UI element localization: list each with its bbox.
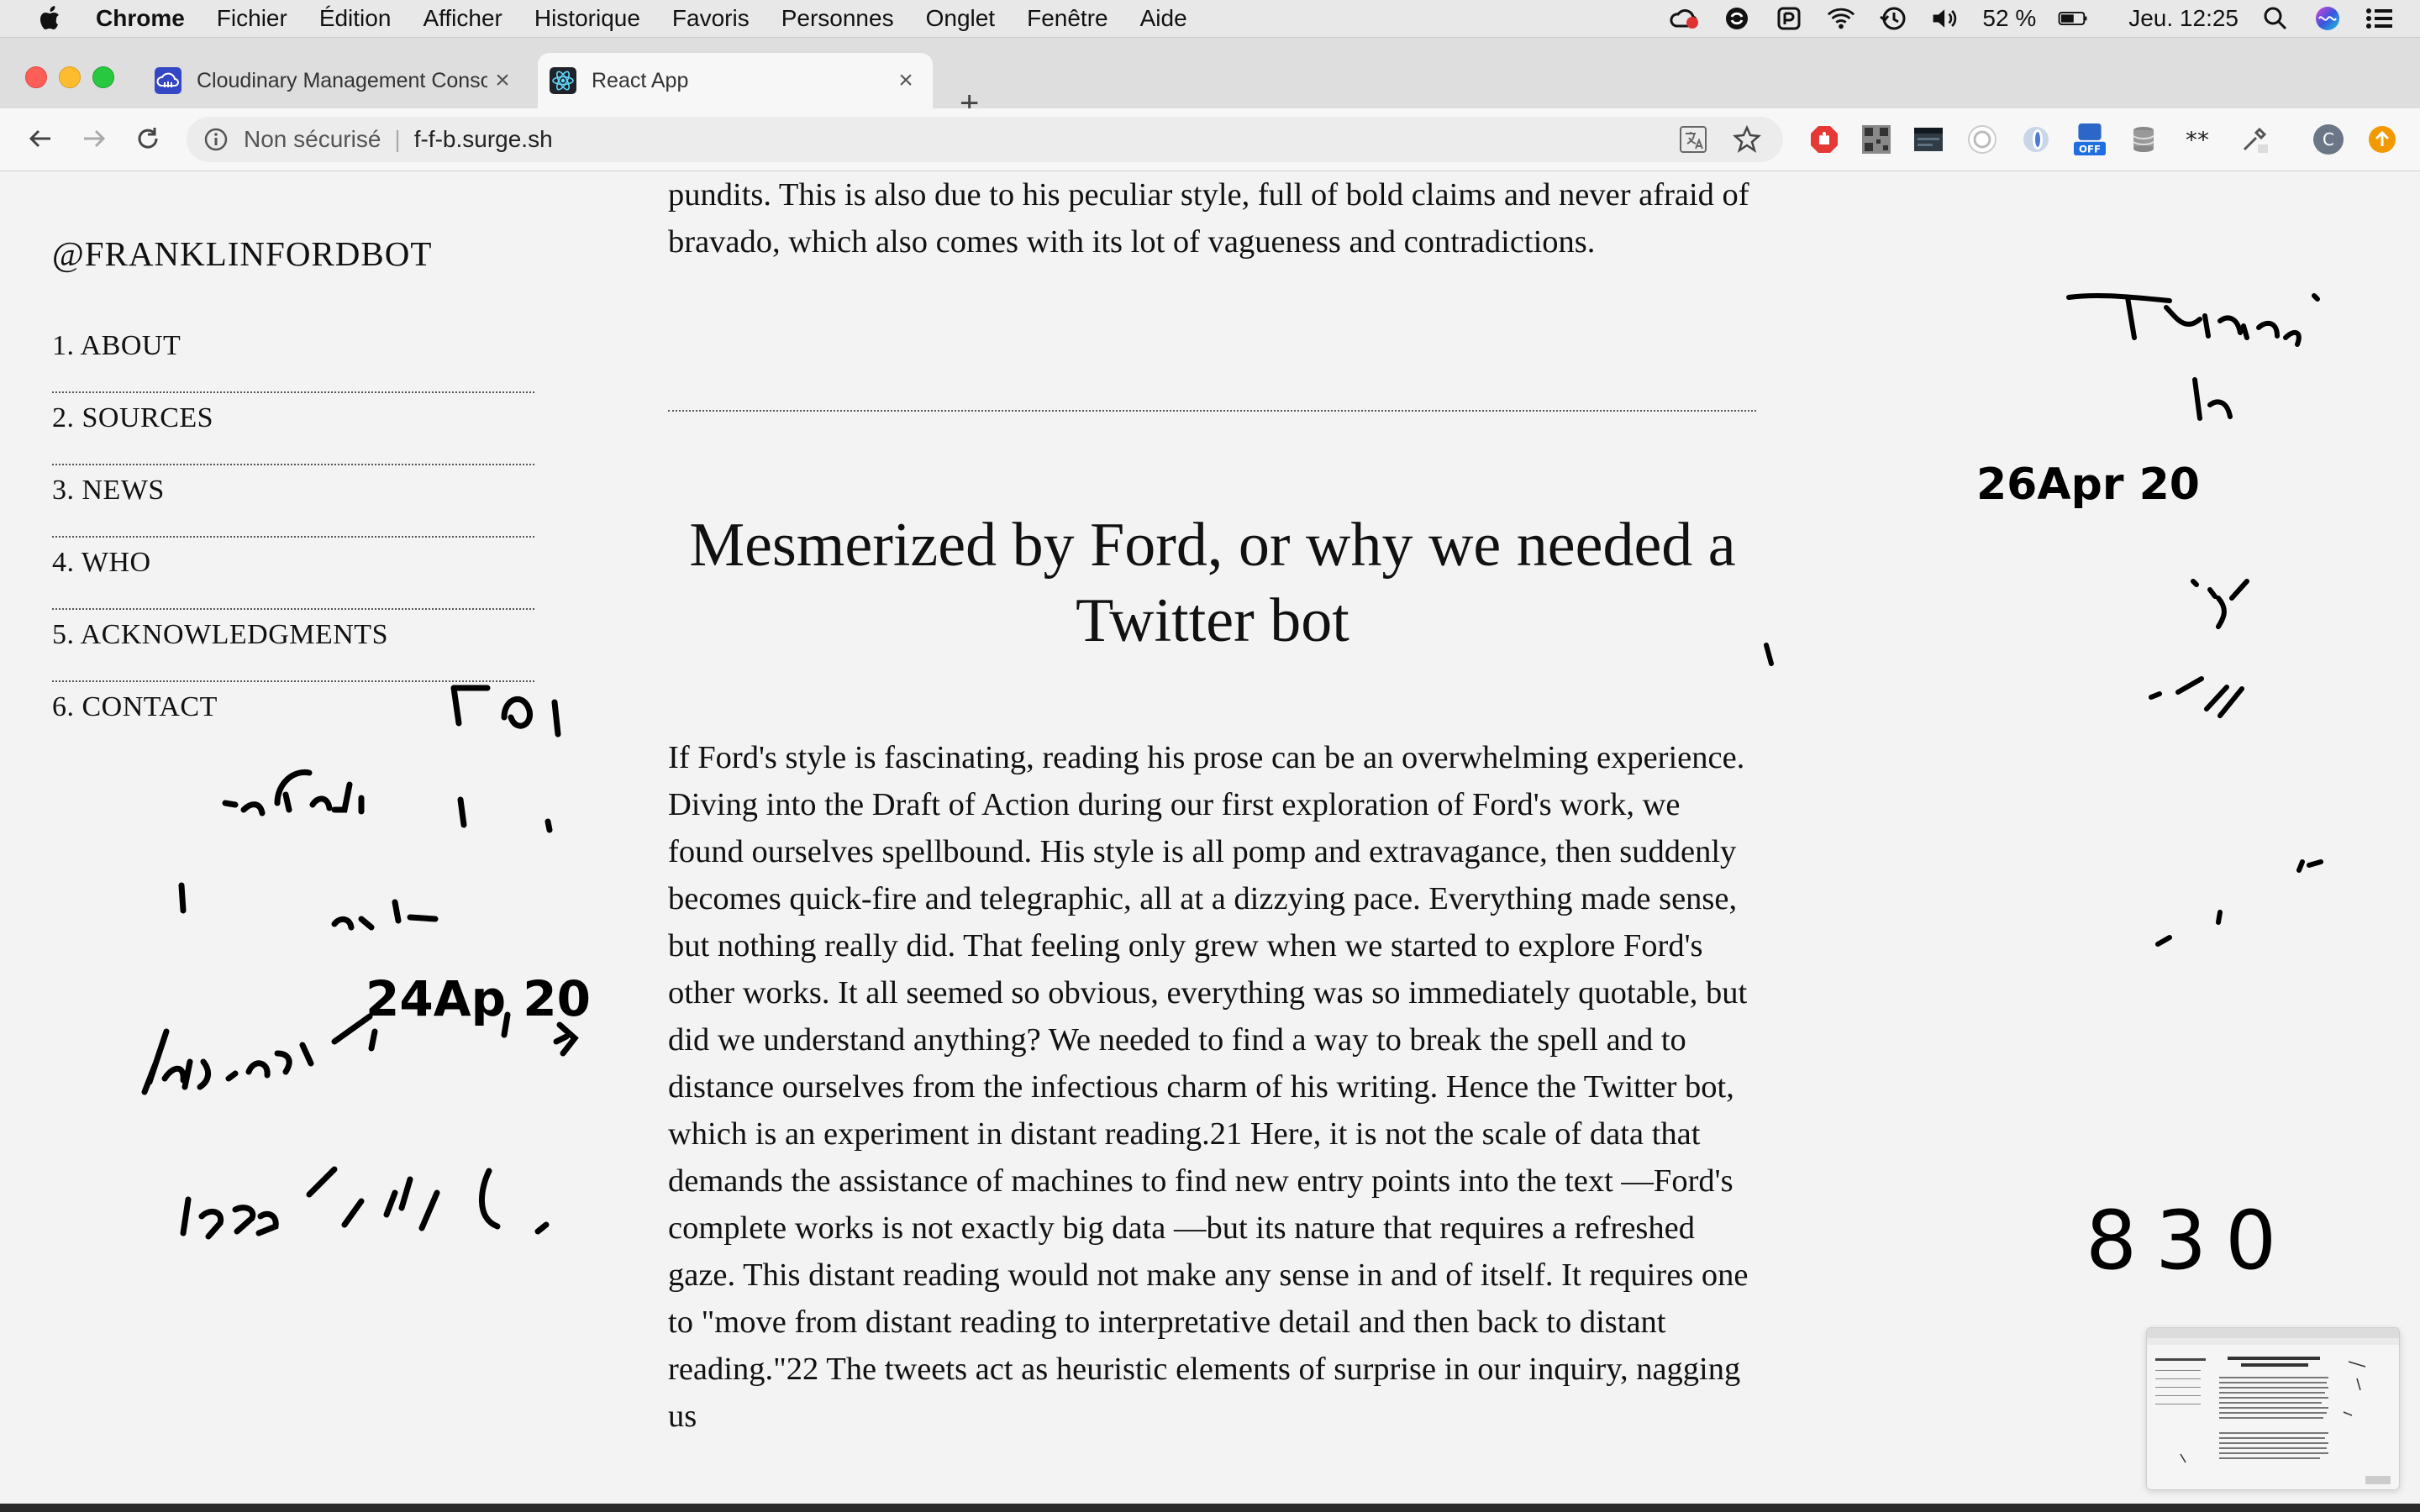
dock-edge xyxy=(0,1504,2420,1512)
back-arrow-icon xyxy=(29,129,50,148)
close-tab-icon[interactable]: × xyxy=(487,66,518,95)
forward-arrow-icon xyxy=(84,129,106,148)
tab-react-app[interactable]: React App × xyxy=(538,53,933,108)
reload-button[interactable] xyxy=(131,122,165,155)
macos-menu-bar: Chrome Fichier Édition Afficher Historiq… xyxy=(0,0,2420,38)
tab-title: React App xyxy=(592,68,689,92)
profile-initial: C xyxy=(2323,129,2334,150)
menu-edition[interactable]: Édition xyxy=(319,5,392,32)
menu-historique[interactable]: Historique xyxy=(534,5,640,32)
forward-button[interactable] xyxy=(77,122,111,155)
wifi-icon[interactable] xyxy=(1826,5,1856,32)
qr-code-extension-icon[interactable] xyxy=(1860,123,1892,155)
tab-cloudinary[interactable]: Cloudinary Management Conso × xyxy=(143,53,529,108)
password-extension-icon[interactable]: ** xyxy=(2181,123,2213,155)
update-available-icon[interactable] xyxy=(2366,123,2398,155)
toggle-off-extension-icon[interactable]: OFF xyxy=(2074,120,2106,159)
close-tab-icon[interactable]: × xyxy=(891,66,921,95)
back-button[interactable] xyxy=(24,122,57,155)
creative-cloud-icon[interactable] xyxy=(1670,5,1700,32)
zoom-window-button[interactable] xyxy=(92,66,114,88)
database-extension-icon[interactable] xyxy=(2128,123,2160,155)
volume-icon[interactable] xyxy=(1930,5,1960,32)
menu-onglet[interactable]: Onglet xyxy=(926,5,996,32)
minimize-window-button[interactable] xyxy=(59,66,81,88)
security-status[interactable]: Non sécurisé xyxy=(244,126,381,153)
sync-icon[interactable] xyxy=(1722,5,1752,32)
menu-afficher[interactable]: Afficher xyxy=(423,5,502,32)
menubar-clock[interactable]: Jeu. 12:25 xyxy=(2128,5,2238,32)
adblock-extension-icon[interactable] xyxy=(1808,123,1840,155)
menu-fichier[interactable]: Fichier xyxy=(217,5,287,32)
pocket-icon[interactable] xyxy=(1774,5,1804,32)
menu-fenetre[interactable]: Fenêtre xyxy=(1027,5,1108,32)
page-viewport: @FRANKLINFORDBOT 1. ABOUT 2. SOURCES 3. … xyxy=(0,171,2420,1512)
menu-chrome[interactable]: Chrome xyxy=(96,5,185,32)
browser-tab-strip: Cloudinary Management Conso × React App … xyxy=(0,38,2420,120)
left-date-scribble: 24Ap 20 xyxy=(366,970,591,1027)
battery-percentage: 52 % xyxy=(1982,5,2037,31)
cloudinary-favicon-icon xyxy=(155,67,182,94)
svg-text:**: ** xyxy=(2186,131,2209,148)
translate-icon[interactable] xyxy=(1679,125,1707,154)
react-favicon-icon xyxy=(550,67,576,94)
close-window-button[interactable] xyxy=(25,66,47,88)
extension-badge: OFF xyxy=(2079,143,2101,155)
url-separator: | xyxy=(394,126,401,152)
menu-aide[interactable]: Aide xyxy=(1140,5,1187,32)
browser-toolbar: Non sécurisé | f-f-b.surge.sh OFF ** C xyxy=(0,108,2420,171)
time-machine-icon[interactable] xyxy=(1878,5,1908,32)
page-thumbnail-preview[interactable] xyxy=(2146,1327,2400,1490)
tab-title: Cloudinary Management Conso xyxy=(197,68,487,92)
right-date-scribble: 26Apr 20 xyxy=(1976,459,2200,510)
battery-icon[interactable] xyxy=(2058,5,2088,32)
apple-icon[interactable] xyxy=(34,2,67,35)
right-number-scribble: 830 xyxy=(2086,1194,2295,1288)
menu-personnes[interactable]: Personnes xyxy=(781,5,894,32)
opera-style-extension-icon[interactable] xyxy=(2020,123,2052,155)
menu-favoris[interactable]: Favoris xyxy=(672,5,750,32)
notification-center-icon[interactable] xyxy=(2365,5,2395,32)
reload-icon xyxy=(138,128,158,149)
bookmark-star-icon[interactable] xyxy=(1733,125,1761,154)
url-text[interactable]: f-f-b.surge.sh xyxy=(414,126,553,153)
spotlight-search-icon[interactable] xyxy=(2260,5,2291,32)
dark-reader-extension-icon[interactable] xyxy=(1912,123,1944,155)
handwriting-scribbles: 24Ap 20 26Apr 20 830 xyxy=(141,292,2323,1288)
info-icon[interactable] xyxy=(203,127,229,152)
privacy-extension-icon[interactable] xyxy=(1966,123,1998,155)
siri-icon[interactable] xyxy=(2312,5,2343,32)
profile-avatar[interactable]: C xyxy=(2312,123,2344,155)
address-bar[interactable]: Non sécurisé | f-f-b.surge.sh xyxy=(187,117,1783,162)
color-picker-extension-icon[interactable] xyxy=(2238,123,2270,155)
